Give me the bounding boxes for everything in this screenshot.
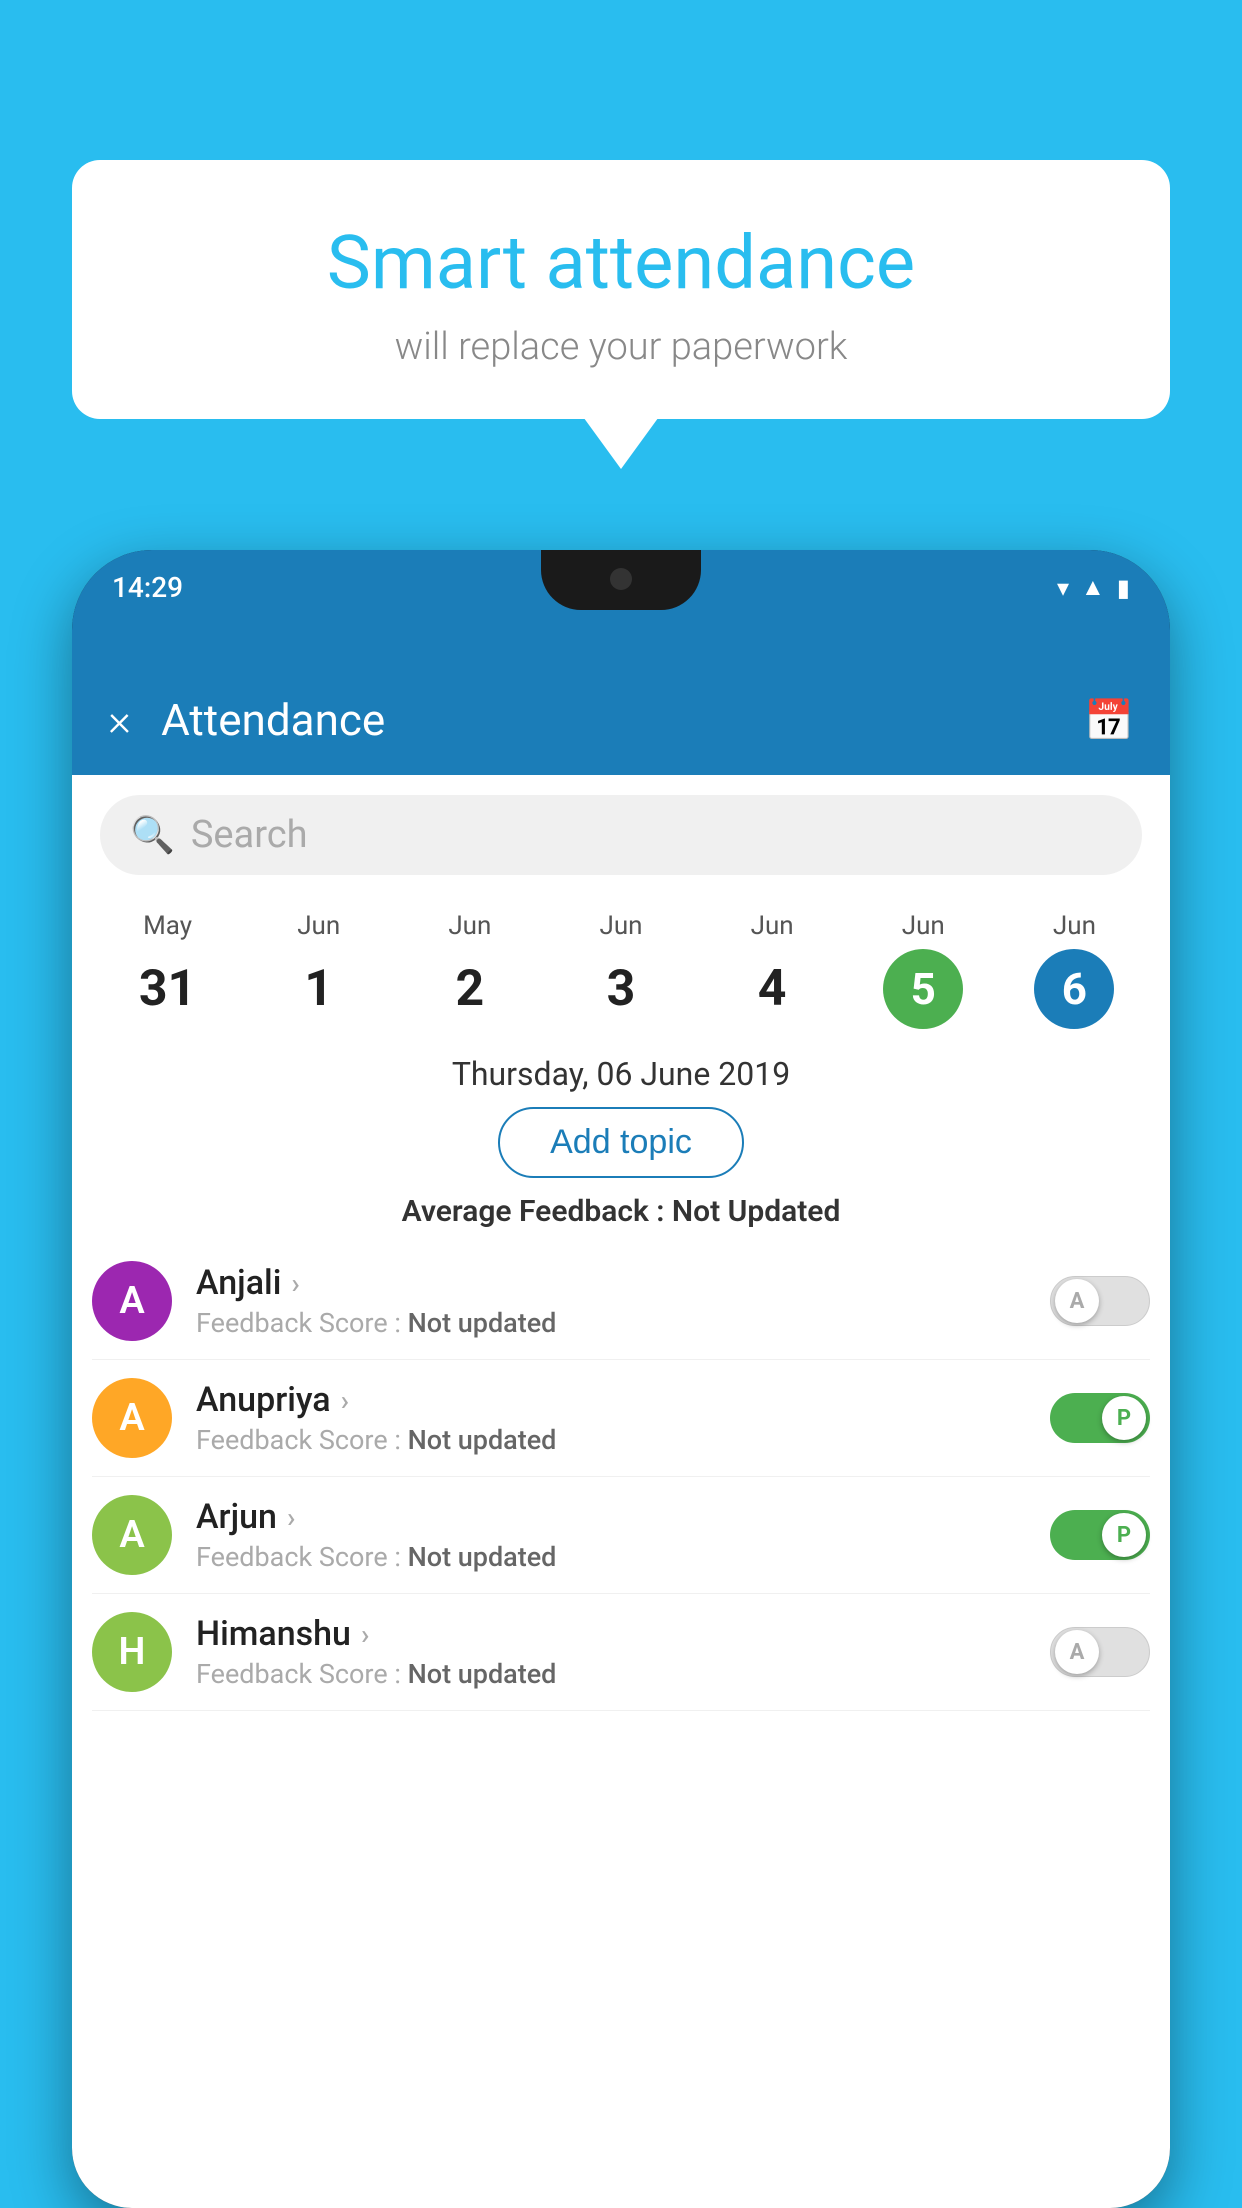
date-cell-6[interactable]: Jun 6 [999, 911, 1150, 1029]
calendar-icon[interactable]: 📅 [1084, 697, 1134, 744]
phone-content: 🔍 Search May 31 Jun 1 Jun 2 Jun 3 Jun 4 Jun 5 Jun 6 T… [72, 775, 1170, 2208]
student-name: Himanshu › [196, 1614, 1026, 1654]
status-icons: ▾ ▲ ▮ [1057, 573, 1130, 602]
student-feedback: Feedback Score : Not updated [196, 1541, 1026, 1573]
selected-date-label: Thursday, 06 June 2019 [72, 1037, 1170, 1107]
date-day: 3 [581, 949, 661, 1029]
phone-top-bar: 14:29 ▾ ▲ ▮ [72, 550, 1170, 665]
date-month: Jun [999, 911, 1150, 941]
date-month: Jun [243, 911, 394, 941]
date-strip: May 31 Jun 1 Jun 2 Jun 3 Jun 4 Jun 5 Jun 6 [72, 895, 1170, 1037]
date-month: Jun [848, 911, 999, 941]
chevron-right-icon: › [291, 1267, 299, 1300]
date-month: May [92, 911, 243, 941]
chevron-right-icon: › [287, 1501, 295, 1534]
student-item[interactable]: A Anupriya › Feedback Score : Not updated P [92, 1360, 1150, 1477]
toggle-knob: P [1102, 1513, 1146, 1557]
avg-feedback: Average Feedback : Not Updated [72, 1194, 1170, 1229]
bubble-card: Smart attendance will replace your paper… [72, 160, 1170, 419]
date-cell-2[interactable]: Jun 2 [394, 911, 545, 1029]
date-day: 5 [883, 949, 963, 1029]
search-container: 🔍 Search [72, 775, 1170, 895]
avg-feedback-label: Average Feedback : [402, 1194, 665, 1229]
attendance-toggle[interactable]: P [1050, 1510, 1150, 1560]
toggle-knob: A [1055, 1279, 1099, 1323]
student-info: Himanshu › Feedback Score : Not updated [196, 1614, 1026, 1690]
app-bar: × Attendance 📅 [72, 665, 1170, 775]
status-time: 14:29 [112, 571, 183, 604]
student-avatar: A [92, 1378, 172, 1458]
student-name: Anjali › [196, 1263, 1026, 1303]
close-button[interactable]: × [108, 694, 131, 746]
add-topic-button[interactable]: Add topic [498, 1107, 744, 1178]
wifi-icon: ▾ [1057, 574, 1069, 602]
chevron-right-icon: › [361, 1618, 369, 1651]
student-name: Anupriya › [196, 1380, 1026, 1420]
date-cell-4[interactable]: Jun 4 [697, 911, 848, 1029]
date-day: 1 [279, 949, 359, 1029]
avg-feedback-value: Not Updated [672, 1194, 840, 1229]
student-item[interactable]: A Arjun › Feedback Score : Not updated P [92, 1477, 1150, 1594]
search-input[interactable]: Search [191, 813, 308, 857]
student-avatar: H [92, 1612, 172, 1692]
date-cell-3[interactable]: Jun 3 [545, 911, 696, 1029]
date-day: 6 [1034, 949, 1114, 1029]
phone-frame: 14:29 ▾ ▲ ▮ × Attendance 📅 🔍 Search May 3… [72, 550, 1170, 2208]
student-item[interactable]: A Anjali › Feedback Score : Not updated A [92, 1243, 1150, 1360]
student-feedback: Feedback Score : Not updated [196, 1658, 1026, 1690]
date-month: Jun [697, 911, 848, 941]
date-cell-0[interactable]: May 31 [92, 911, 243, 1029]
search-bar[interactable]: 🔍 Search [100, 795, 1142, 875]
date-day: 2 [430, 949, 510, 1029]
student-avatar: A [92, 1495, 172, 1575]
student-feedback: Feedback Score : Not updated [196, 1424, 1026, 1456]
chevron-right-icon: › [341, 1384, 349, 1417]
student-feedback: Feedback Score : Not updated [196, 1307, 1026, 1339]
date-cell-1[interactable]: Jun 1 [243, 911, 394, 1029]
student-avatar: A [92, 1261, 172, 1341]
student-info: Arjun › Feedback Score : Not updated [196, 1497, 1026, 1573]
date-day: 31 [128, 949, 208, 1029]
date-month: Jun [545, 911, 696, 941]
attendance-toggle[interactable]: A [1050, 1627, 1150, 1677]
toggle-knob: P [1102, 1396, 1146, 1440]
phone-notch [541, 550, 701, 610]
bubble-subtitle: will replace your paperwork [112, 325, 1130, 369]
date-cell-5[interactable]: Jun 5 [848, 911, 999, 1029]
front-camera [610, 568, 632, 590]
student-list: AAnjali ›Feedback Score : Not updatedAAA… [72, 1243, 1170, 1711]
date-day: 4 [732, 949, 812, 1029]
speech-bubble: Smart attendance will replace your paper… [72, 160, 1170, 419]
date-month: Jun [394, 911, 545, 941]
student-item[interactable]: H Himanshu › Feedback Score : Not updated A [92, 1594, 1150, 1711]
bubble-title: Smart attendance [112, 220, 1130, 307]
app-title: Attendance [161, 694, 1084, 746]
student-info: Anjali › Feedback Score : Not updated [196, 1263, 1026, 1339]
attendance-toggle[interactable]: P [1050, 1393, 1150, 1443]
signal-icon: ▲ [1081, 573, 1105, 602]
student-name: Arjun › [196, 1497, 1026, 1537]
attendance-toggle[interactable]: A [1050, 1276, 1150, 1326]
search-icon: 🔍 [130, 814, 175, 856]
toggle-knob: A [1055, 1630, 1099, 1674]
student-info: Anupriya › Feedback Score : Not updated [196, 1380, 1026, 1456]
battery-icon: ▮ [1117, 574, 1130, 602]
